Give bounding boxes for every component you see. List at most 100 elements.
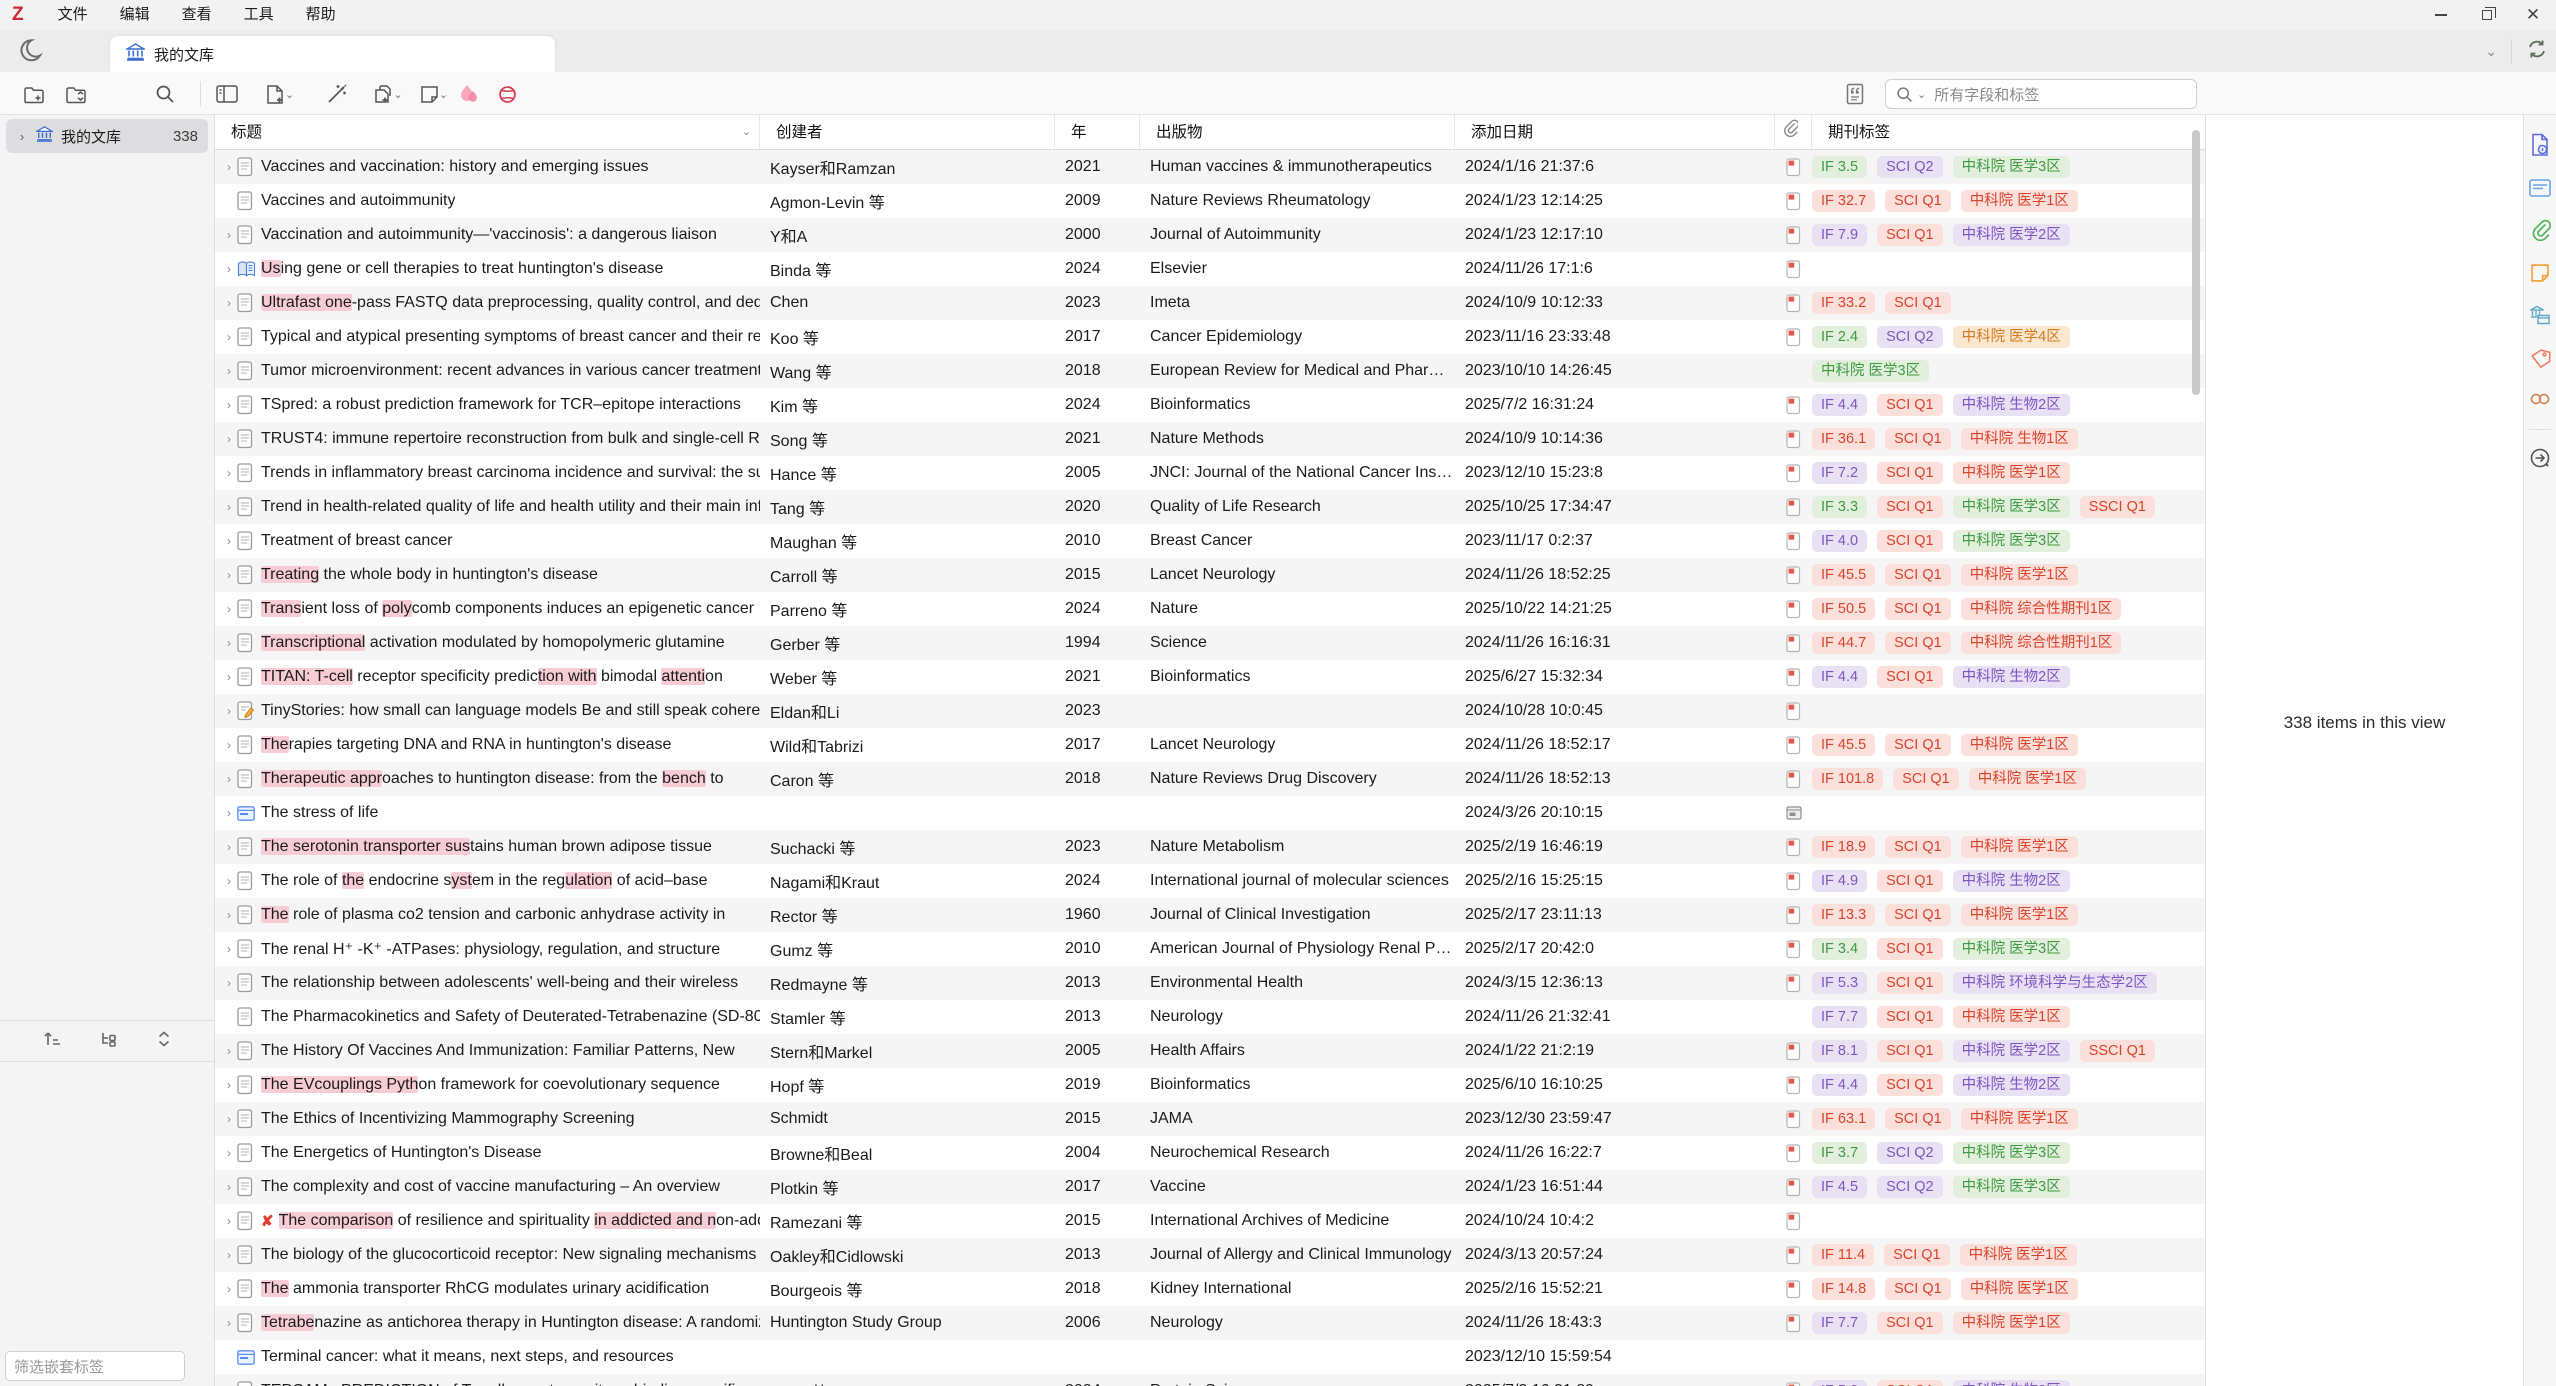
tags-icon[interactable] (2530, 348, 2551, 374)
table-row[interactable]: ›Tetrabenazine as antichorea therapy in … (215, 1306, 2205, 1340)
table-row[interactable]: ›TITAN: T-cell receptor specificity pred… (215, 660, 2205, 694)
menu-edit[interactable]: 编辑 (104, 0, 166, 30)
expand-chevron-icon[interactable]: › (221, 704, 237, 718)
table-row[interactable]: ›TEPCAM : PREDICTION of T -cell receptor… (215, 1374, 2205, 1386)
expand-chevron-icon[interactable]: › (221, 1044, 237, 1058)
column-header-publication[interactable]: 出版物 (1140, 115, 1455, 150)
table-row[interactable]: ›Treating the whole body in huntington's… (215, 558, 2205, 592)
abstract-icon[interactable] (2529, 179, 2551, 202)
close-button[interactable]: ✕ (2510, 0, 2556, 30)
attachments-paperclip-icon[interactable] (2530, 219, 2551, 246)
table-row[interactable]: ›Ultrafast one-pass FASTQ data preproces… (215, 286, 2205, 320)
table-row[interactable]: ›The Energetics of Huntington's DiseaseB… (215, 1136, 2205, 1170)
related-icon[interactable] (2529, 391, 2551, 412)
libraries-collections-icon[interactable] (2529, 305, 2551, 331)
table-row[interactable]: ›✘The comparison of resilience and spiri… (215, 1204, 2205, 1238)
add-attachment-button[interactable]: ⌄ (366, 79, 410, 109)
table-row[interactable]: ›The EVcouplings Python framework for co… (215, 1068, 2205, 1102)
menu-view[interactable]: 查看 (166, 0, 228, 30)
column-header-attachment[interactable] (1775, 115, 1812, 150)
table-row[interactable]: ›The biology of the glucocorticoid recep… (215, 1238, 2205, 1272)
tab-my-library[interactable]: 我的文库 (110, 36, 555, 72)
search-input[interactable]: ⌄ 所有字段和标签 (1885, 79, 2197, 109)
expand-chevron-icon[interactable]: › (221, 1078, 237, 1092)
column-header-journal-tags[interactable]: 期刊标签 (1812, 115, 2195, 150)
sync-icon[interactable] (2526, 38, 2548, 65)
expand-chevron-icon[interactable]: › (221, 228, 237, 242)
search-collections-icon[interactable] (150, 79, 180, 109)
column-header-title[interactable]: 标题⌄ (215, 115, 760, 150)
table-row[interactable]: ›Treatment of breast cancerMaughan 等2010… (215, 524, 2205, 558)
minimize-button[interactable] (2418, 0, 2464, 30)
expand-chevron-icon[interactable]: › (221, 1282, 237, 1296)
locate-citation-icon[interactable] (1840, 79, 1870, 109)
table-row[interactable]: ›The role of the endocrine system in the… (215, 864, 2205, 898)
expand-chevron-icon[interactable]: › (221, 840, 237, 854)
expand-chevron-icon[interactable]: › (221, 432, 237, 446)
dark-mode-moon-icon[interactable] (20, 38, 44, 69)
expand-chevron-icon[interactable]: › (221, 160, 237, 174)
items-scrollbar[interactable] (2192, 130, 2200, 395)
table-row[interactable]: ›Tumor microenvironment: recent advances… (215, 354, 2205, 388)
expand-chevron-icon[interactable]: › (221, 806, 237, 820)
tag-hierarchy-icon[interactable] (100, 1031, 118, 1052)
expand-chevron-icon[interactable]: › (221, 908, 237, 922)
table-row[interactable]: ›The serotonin transporter sustains huma… (215, 830, 2205, 864)
expand-chevron-icon[interactable]: › (221, 568, 237, 582)
menu-tools[interactable]: 工具 (228, 0, 290, 30)
new-item-button[interactable]: ⌄ (258, 79, 302, 109)
table-row[interactable]: ›The complexity and cost of vaccine manu… (215, 1170, 2205, 1204)
tag-filter-input[interactable]: 筛选嵌套标签 (5, 1351, 185, 1381)
expand-chevron-icon[interactable]: › (221, 1180, 237, 1194)
gpt-plugin-icon[interactable] (492, 79, 522, 109)
expand-chevron-icon[interactable]: › (221, 772, 237, 786)
new-collection-icon[interactable] (20, 79, 50, 109)
expand-chevron-icon[interactable]: › (221, 466, 237, 480)
tab-list-chevron-icon[interactable]: ⌄ (2485, 43, 2497, 60)
expand-chevron-icon[interactable]: › (221, 1146, 237, 1160)
table-row[interactable]: ›Transcriptional activation modulated by… (215, 626, 2205, 660)
maximize-button[interactable] (2464, 0, 2510, 30)
table-row[interactable]: ›The Ethics of Incentivizing Mammography… (215, 1102, 2205, 1136)
expand-chevron-icon[interactable]: › (221, 670, 237, 684)
table-row[interactable]: ›Trend in health-related quality of life… (215, 490, 2205, 524)
expand-chevron-icon[interactable]: › (221, 1214, 237, 1228)
locate-icon[interactable] (2529, 447, 2551, 474)
collapse-tags-icon[interactable] (157, 1031, 171, 1052)
sidebar-item-my-library[interactable]: › 我的文库 338 (6, 119, 208, 153)
table-row[interactable]: The Pharmacokinetics and Safety of Deute… (215, 1000, 2205, 1034)
table-row[interactable]: ›The stress of life2024/3/26 20:10:15 (215, 796, 2205, 830)
table-row[interactable]: ›Therapeutic approaches to huntington di… (215, 762, 2205, 796)
ethereal-style-plugin-icon[interactable] (455, 79, 485, 109)
collapse-collections-icon[interactable] (62, 79, 92, 109)
expand-chevron-icon[interactable]: › (221, 636, 237, 650)
expand-chevron-icon[interactable]: › (221, 976, 237, 990)
table-row[interactable]: ›The History Of Vaccines And Immunizatio… (215, 1034, 2205, 1068)
expand-chevron-icon[interactable]: › (221, 874, 237, 888)
expand-chevron-icon[interactable]: › (221, 1316, 237, 1330)
expand-chevron-icon[interactable]: › (221, 1248, 237, 1262)
expand-chevron-icon[interactable]: › (221, 738, 237, 752)
column-header-creator[interactable]: 创建者 (760, 115, 1055, 150)
column-header-year[interactable]: 年 (1055, 115, 1140, 150)
column-header-date-added[interactable]: 添加日期 (1455, 115, 1775, 150)
menu-help[interactable]: 帮助 (290, 0, 352, 30)
table-row[interactable]: ›Therapies targeting DNA and RNA in hunt… (215, 728, 2205, 762)
table-row[interactable]: Vaccines and autoimmunityAgmon-Levin 等20… (215, 184, 2205, 218)
expand-chevron-icon[interactable]: › (221, 296, 237, 310)
table-row[interactable]: ›Transient loss of polycomb components i… (215, 592, 2205, 626)
table-row[interactable]: ›TSpred: a robust prediction framework f… (215, 388, 2205, 422)
sort-tags-icon[interactable] (43, 1031, 61, 1052)
library-expand-chevron-icon[interactable]: › (14, 129, 30, 144)
table-row[interactable]: ›The renal H⁺ -K⁺ -ATPases: physiology, … (215, 932, 2205, 966)
table-row[interactable]: Terminal cancer: what it means, next ste… (215, 1340, 2205, 1374)
toggle-item-pane-icon[interactable] (212, 79, 242, 109)
table-row[interactable]: ›The ammonia transporter RhCG modulates … (215, 1272, 2205, 1306)
table-row[interactable]: ›Trends in inflammatory breast carcinoma… (215, 456, 2205, 490)
table-row[interactable]: ›The relationship between adolescents' w… (215, 966, 2205, 1000)
expand-chevron-icon[interactable]: › (221, 942, 237, 956)
expand-chevron-icon[interactable]: › (221, 500, 237, 514)
expand-chevron-icon[interactable]: › (221, 262, 237, 276)
expand-chevron-icon[interactable]: › (221, 364, 237, 378)
expand-chevron-icon[interactable]: › (221, 398, 237, 412)
